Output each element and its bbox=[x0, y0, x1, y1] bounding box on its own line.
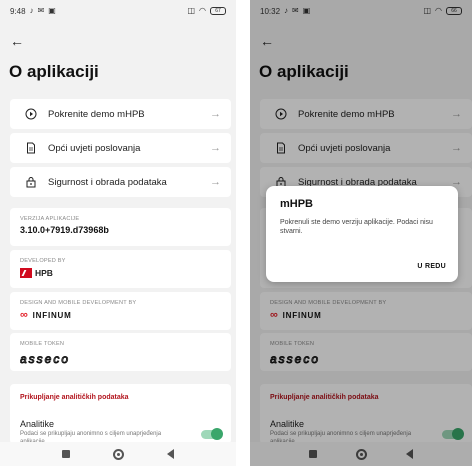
hpb-logo-text: HPB bbox=[35, 268, 53, 278]
dialog-ok-button[interactable]: U REDU bbox=[417, 263, 446, 270]
design-by-card: DESIGN AND MOBILE DEVELOPMENT BY ∞ INFIN… bbox=[10, 292, 231, 330]
status-time: 9:48 bbox=[10, 6, 26, 16]
arrow-right-icon: → bbox=[210, 142, 221, 154]
dialog-message: Pokrenuli ste demo verziju aplikacije. P… bbox=[280, 219, 433, 236]
menu-item-terms[interactable]: Opći uvjeti poslovanja → bbox=[10, 133, 231, 163]
analytics-section-title: Prikupljanje analitičkih podataka bbox=[20, 394, 129, 401]
analytics-card: Prikupljanje analitičkih podataka Analit… bbox=[10, 384, 231, 445]
play-circle-icon bbox=[24, 107, 38, 121]
analytics-row-title: Analitike bbox=[20, 419, 55, 429]
hpb-mark-icon bbox=[20, 268, 32, 278]
recents-icon[interactable] bbox=[61, 450, 70, 458]
menu-item-security[interactable]: Sigurnost i obrada podataka → bbox=[10, 167, 231, 197]
hpb-logo: HPB bbox=[20, 268, 221, 278]
back-triangle-icon[interactable] bbox=[167, 449, 175, 459]
mobile-token-card: MOBILE TOKEN asseco bbox=[10, 333, 231, 371]
design-by-label: DESIGN AND MOBILE DEVELOPMENT BY bbox=[20, 300, 137, 306]
developed-by-card: DEVELOPED BY HPB bbox=[10, 250, 231, 288]
demo-dialog: mHPB Pokrenuli ste demo verziju aplikaci… bbox=[266, 186, 458, 282]
arrow-right-icon: → bbox=[210, 176, 221, 188]
system-nav-bar bbox=[0, 442, 236, 466]
developed-by-label: DEVELOPED BY bbox=[20, 258, 66, 264]
battery-icon: 67 bbox=[210, 7, 226, 15]
lock-icon bbox=[24, 175, 38, 189]
infinum-logo-text: INFINUM bbox=[32, 311, 72, 320]
nfc-icon: ◫ bbox=[187, 6, 196, 15]
arrow-right-icon: → bbox=[210, 108, 221, 120]
version-card: VERZIJA APLIKACIJE 3.10.0+7919.d73968b bbox=[10, 208, 231, 246]
toggle-knob bbox=[211, 428, 223, 440]
notification-icon: ♪ bbox=[29, 6, 34, 15]
mobile-token-label: MOBILE TOKEN bbox=[20, 341, 65, 347]
infinum-logo: ∞ INFINUM bbox=[20, 310, 221, 321]
menu-item-label: Opći uvjeti poslovanja bbox=[48, 142, 141, 154]
gallery-icon: ▣ bbox=[48, 6, 56, 15]
infinity-icon: ∞ bbox=[20, 309, 29, 321]
document-icon bbox=[24, 141, 38, 155]
left-screen: 9:48 ♪ ✉ ▣ ◫ ◠ 67 ← O aplikaciji Pokreni… bbox=[0, 0, 236, 466]
version-value: 3.10.0+7919.d73968b bbox=[20, 225, 109, 235]
page-title: O aplikaciji bbox=[9, 62, 99, 81]
mail-icon: ✉ bbox=[37, 6, 45, 15]
menu-item-demo[interactable]: Pokrenite demo mHPB → bbox=[10, 99, 231, 129]
right-screen: 10:32 ♪ ✉ ▣ ◫ ◠ 66 ← O aplikaciji Pokren… bbox=[250, 0, 472, 466]
asseco-logo: asseco bbox=[20, 352, 221, 370]
svg-text:asseco: asseco bbox=[20, 353, 70, 365]
back-arrow-icon[interactable]: ← bbox=[10, 34, 24, 48]
divider bbox=[236, 0, 250, 466]
version-label: VERZIJA APLIKACIJE bbox=[20, 216, 80, 222]
home-icon[interactable] bbox=[112, 448, 124, 460]
analytics-toggle[interactable] bbox=[201, 428, 223, 440]
menu-item-label: Pokrenite demo mHPB bbox=[48, 108, 145, 120]
status-bar: 9:48 ♪ ✉ ▣ ◫ ◠ 67 bbox=[0, 0, 236, 22]
dialog-title: mHPB bbox=[280, 198, 314, 210]
menu-item-label: Sigurnost i obrada podataka bbox=[48, 176, 167, 188]
wifi-icon: ◠ bbox=[199, 6, 206, 15]
